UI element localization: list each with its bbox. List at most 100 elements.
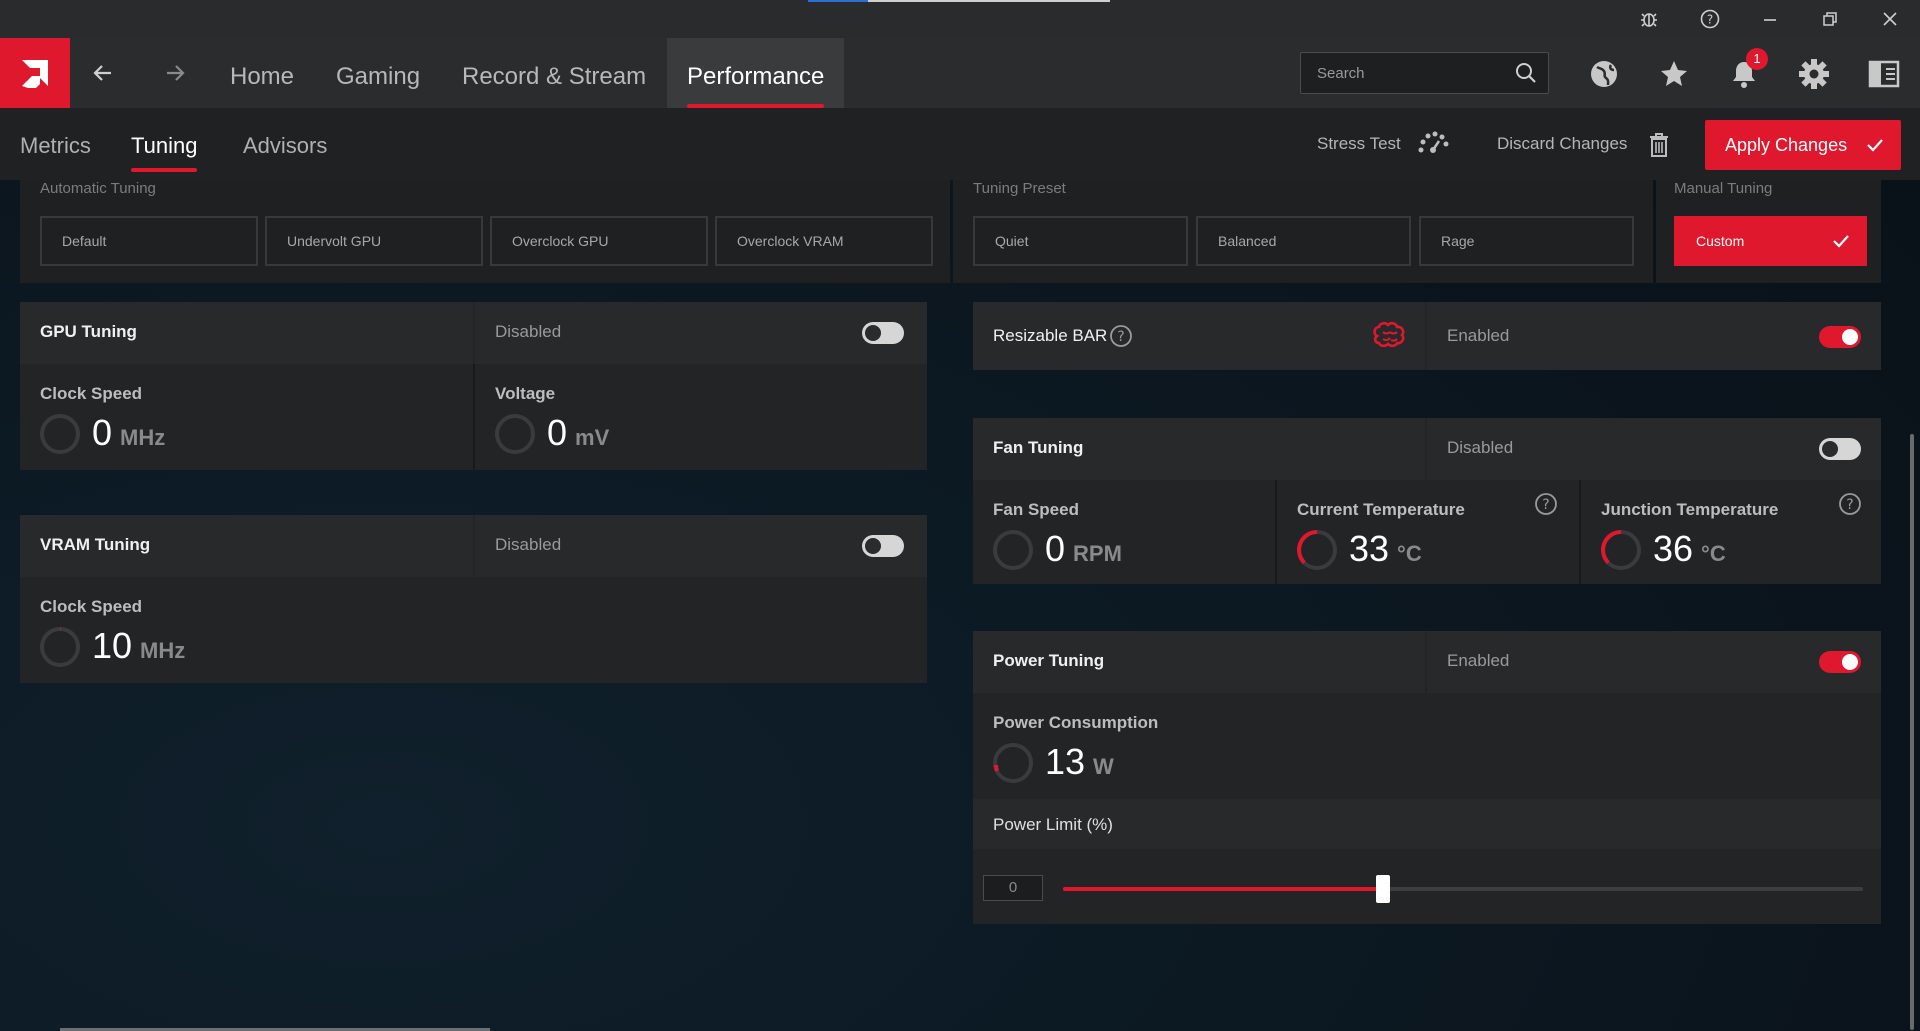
- nav-performance[interactable]: Performance: [667, 38, 845, 108]
- power-tuning-header: Power Tuning: [973, 631, 1425, 693]
- power-limit-header: Power Limit (%): [973, 799, 1881, 849]
- resizable-bar-card: Resizable BAR ? Enabled: [973, 302, 1881, 370]
- metric-value: 33 °C: [1349, 528, 1422, 570]
- search-input[interactable]: Search: [1317, 65, 1365, 82]
- metric-label: Junction Temperature: [1601, 500, 1779, 519]
- gpu-voltage-value: 0: [547, 412, 568, 453]
- gpu-clock-value: 0: [92, 412, 113, 453]
- preset-custom-button[interactable]: Custom: [1674, 216, 1867, 266]
- preset-overclock-gpu-button[interactable]: Overclock GPU: [490, 216, 708, 266]
- gauge-ring-icon: [38, 625, 82, 669]
- toggle-knob: [1822, 441, 1838, 457]
- fan-speed-metric: Fan Speed 0 RPM: [973, 480, 1275, 584]
- preset-overclock-vram-button[interactable]: Overclock VRAM: [715, 216, 933, 266]
- gpu-tuning-title: GPU Tuning: [40, 322, 137, 341]
- fan-tuning-toggle[interactable]: [1819, 438, 1861, 460]
- apply-changes-button[interactable]: Apply Changes: [1705, 120, 1901, 170]
- notifications-icon[interactable]: 1: [1726, 48, 1768, 92]
- current-temperature-metric: Current Temperature ? 33 °C: [1277, 480, 1579, 584]
- main-nav: Home Gaming Record & Stream Performance …: [0, 38, 1920, 108]
- vram-clock-speed-metric: Clock Speed 10 MHz: [20, 577, 927, 683]
- power-consumption-metric: Power Consumption 13 W: [973, 693, 1881, 797]
- power-limit-input[interactable]: 0: [983, 875, 1043, 901]
- loading-bar-track: [868, 0, 1110, 2]
- help-circle-icon[interactable]: ?: [1838, 492, 1862, 516]
- tuning-preset-label: Tuning Preset: [973, 180, 1066, 197]
- tab-advisors[interactable]: Advisors: [243, 108, 327, 180]
- svg-text:?: ?: [1542, 497, 1549, 513]
- tab-metrics[interactable]: Metrics: [20, 108, 91, 180]
- tab-tuning[interactable]: Tuning: [131, 108, 198, 180]
- vram-tuning-state: Disabled: [475, 515, 927, 577]
- gpu-tuning-state-text: Disabled: [495, 322, 562, 341]
- vram-clock-value: 10: [92, 625, 133, 666]
- svg-text:?: ?: [1117, 329, 1124, 345]
- stress-test-button[interactable]: Stress Test: [1317, 134, 1401, 154]
- brain-icon: [1371, 320, 1409, 352]
- gpu-tuning-card: GPU Tuning Disabled Clock Speed 0 MHz Vol…: [20, 302, 927, 470]
- nav-home[interactable]: Home: [210, 38, 314, 108]
- metric-value: 0 RPM: [1045, 528, 1122, 570]
- preset-undervolt-gpu-button[interactable]: Undervolt GPU: [265, 216, 483, 266]
- toggle-knob: [865, 325, 881, 341]
- svg-text:?: ?: [1846, 497, 1853, 513]
- sidebar-panel-icon[interactable]: [1866, 56, 1902, 92]
- nav-record-stream[interactable]: Record & Stream: [442, 38, 666, 108]
- junction-temperature-metric: Junction Temperature ? 36 °C: [1581, 480, 1881, 584]
- slider-thumb[interactable]: [1376, 875, 1390, 903]
- preset-quiet-button[interactable]: Quiet: [973, 216, 1188, 266]
- bug-report-icon[interactable]: [1636, 6, 1662, 32]
- gpu-tuning-toggle[interactable]: [862, 322, 904, 344]
- automatic-tuning-label: Automatic Tuning: [40, 180, 156, 197]
- power-limit-slider[interactable]: [1063, 875, 1863, 903]
- minimize-icon[interactable]: [1757, 6, 1783, 32]
- check-icon: [1831, 231, 1851, 251]
- resizable-bar-toggle[interactable]: [1819, 326, 1861, 348]
- power-tuning-toggle[interactable]: [1819, 651, 1861, 673]
- metric-value: 0 MHz: [92, 412, 165, 454]
- forward-arrow-icon[interactable]: [160, 58, 190, 88]
- junction-temp-value: 36: [1653, 528, 1694, 569]
- power-consumption-value: 13: [1045, 741, 1086, 782]
- globe-icon[interactable]: [1586, 56, 1622, 92]
- help-circle-icon[interactable]: ?: [1534, 492, 1558, 516]
- toggle-knob: [1842, 329, 1858, 345]
- discard-changes-button[interactable]: Discard Changes: [1497, 134, 1627, 154]
- gpu-tuning-state: Disabled: [475, 302, 927, 364]
- restore-icon[interactable]: [1817, 6, 1843, 32]
- metric-label: Clock Speed: [40, 597, 143, 616]
- help-circle-icon[interactable]: ?: [1109, 324, 1133, 348]
- vram-tuning-toggle[interactable]: [862, 535, 904, 557]
- fan-tuning-card: Fan Tuning Disabled Fan Speed 0 RPM Curre…: [973, 418, 1881, 584]
- help-icon[interactable]: ?: [1697, 6, 1723, 32]
- search-box[interactable]: Search: [1300, 52, 1549, 94]
- scrollbar[interactable]: [1910, 434, 1914, 1030]
- gauge-ring-icon: [991, 528, 1035, 572]
- nav-gaming[interactable]: Gaming: [316, 38, 440, 108]
- slider-fill: [1063, 887, 1383, 891]
- search-icon[interactable]: [1514, 61, 1538, 85]
- metric-value: 36 °C: [1653, 528, 1726, 570]
- metric-value: 10 MHz: [92, 625, 185, 667]
- close-icon[interactable]: [1877, 6, 1903, 32]
- resizable-bar-title: Resizable BAR: [993, 326, 1108, 345]
- apply-changes-label: Apply Changes: [1725, 134, 1848, 155]
- preset-rage-button[interactable]: Rage: [1419, 216, 1634, 266]
- fan-tuning-title: Fan Tuning: [993, 438, 1084, 457]
- tuning-preset-panel: Tuning Preset Quiet Balanced Rage: [953, 180, 1653, 283]
- preset-balanced-button[interactable]: Balanced: [1196, 216, 1411, 266]
- svg-text:?: ?: [1707, 13, 1713, 27]
- toggle-knob: [865, 538, 881, 554]
- resizable-bar-state: Enabled: [1427, 302, 1881, 370]
- amd-logo[interactable]: [0, 38, 70, 108]
- stress-gauge-icon[interactable]: [1417, 130, 1449, 156]
- preset-default-button[interactable]: Default: [40, 216, 258, 266]
- settings-gear-icon[interactable]: [1796, 56, 1832, 92]
- star-icon[interactable]: [1656, 56, 1692, 92]
- tab-tuning-label: Tuning: [131, 133, 198, 158]
- trash-icon[interactable]: [1648, 132, 1670, 158]
- gauge-ring-icon: [493, 412, 537, 456]
- back-arrow-icon[interactable]: [88, 58, 118, 88]
- sub-nav: Metrics Tuning Advisors Stress Test Disc…: [0, 108, 1920, 180]
- active-subtab-indicator: [131, 168, 198, 172]
